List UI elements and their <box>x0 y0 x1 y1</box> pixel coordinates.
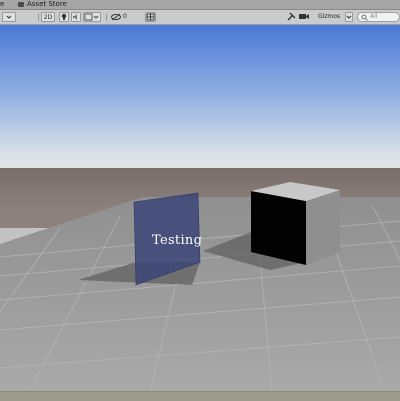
audio-toggle[interactable] <box>71 12 81 22</box>
speaker-icon <box>73 14 77 20</box>
2d-mode-button[interactable]: 2D <box>41 12 55 22</box>
tools-button[interactable] <box>287 12 296 22</box>
cube[interactable] <box>251 182 340 265</box>
image-layers-icon <box>84 13 99 21</box>
toolbar-divider <box>106 13 107 21</box>
effects-dropdown[interactable] <box>83 12 101 22</box>
search-placeholder: All <box>370 13 378 20</box>
camera-settings-button[interactable] <box>298 12 310 22</box>
tab-asset-store[interactable]: Asset Store <box>27 0 67 9</box>
asset-store-icon <box>18 2 24 7</box>
camera-icon <box>299 14 309 19</box>
scene-viewport[interactable]: Testing <box>0 25 400 391</box>
hidden-objects-count: 0 <box>123 13 127 20</box>
hidden-objects-toggle[interactable]: 0 <box>111 12 133 22</box>
tab-game[interactable]: e <box>0 0 4 9</box>
chevron-down-icon <box>346 15 352 19</box>
scene-toolbar: 2D 0 Gizmos All <box>0 10 400 25</box>
eye-slash-icon <box>111 13 121 21</box>
sky <box>0 25 400 175</box>
search-icon <box>361 14 368 21</box>
toolbar-divider <box>38 13 39 21</box>
gizmos-dropdown[interactable] <box>345 12 353 22</box>
gizmos-button[interactable]: Gizmos <box>314 12 344 22</box>
tools-icon <box>287 12 296 21</box>
editor-tab-bar: e Asset Store <box>0 0 400 10</box>
grid-icon <box>146 13 155 21</box>
cube-front-face <box>251 191 306 265</box>
chevron-down-icon <box>6 15 12 19</box>
shading-mode-dropdown[interactable] <box>2 12 16 22</box>
lightbulb-icon <box>61 13 67 20</box>
scene-text-label: Testing <box>152 233 202 248</box>
lighting-toggle[interactable] <box>59 12 69 22</box>
hierarchy-search-input[interactable]: All <box>357 12 400 22</box>
cube-side-face <box>306 190 340 265</box>
grid-toggle[interactable] <box>145 12 156 22</box>
